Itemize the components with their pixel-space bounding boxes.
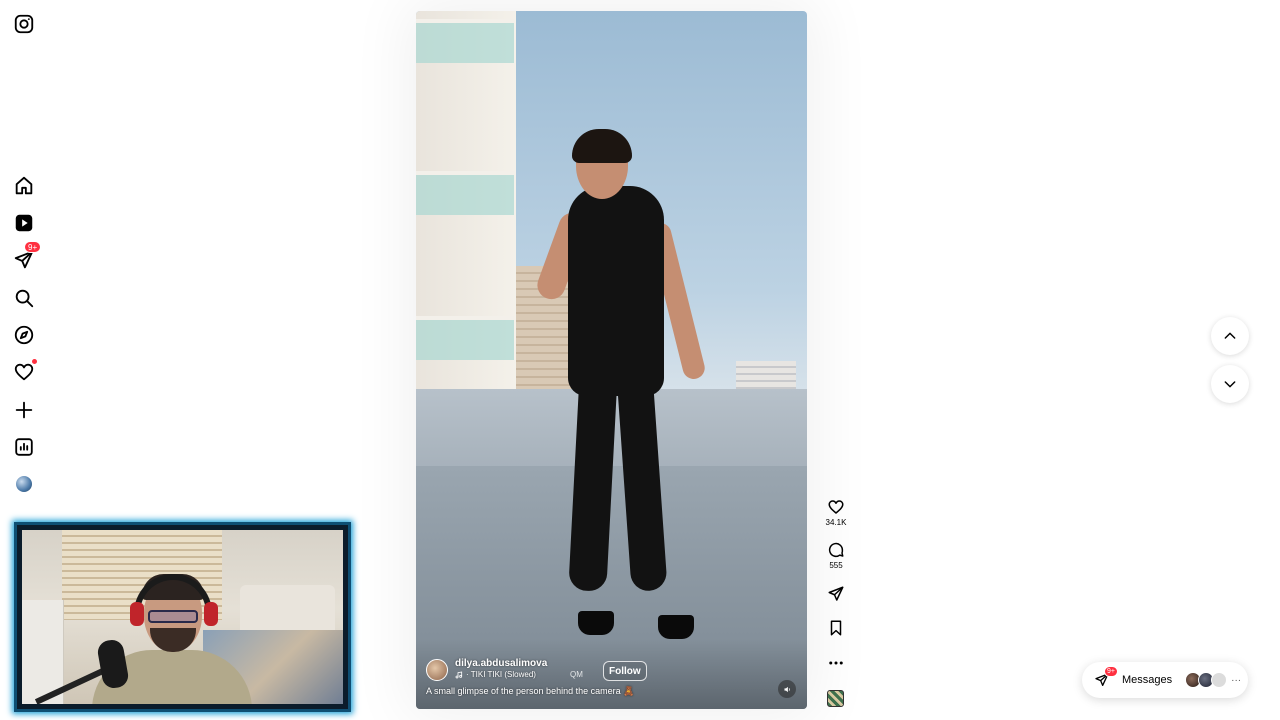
webcam-feed — [22, 530, 343, 704]
comment-button[interactable]: 555 — [822, 541, 850, 570]
avatar — [1211, 672, 1228, 688]
dancer-shoe-left — [578, 611, 614, 635]
chevron-up-icon — [1224, 332, 1236, 339]
avatar — [16, 476, 32, 492]
direct-icon: 9+ — [1094, 666, 1118, 688]
messages-button[interactable]: 9+ Messages ··· — [1082, 662, 1248, 698]
author-avatar[interactable] — [426, 659, 448, 681]
more-icon: ··· — [1231, 674, 1242, 686]
audio-prefix: QM — [570, 670, 583, 679]
audio-track-label: · TIKI TIKI (Slowed) — [466, 670, 536, 679]
reel-caption[interactable]: A small glimpse of the person behind the… — [426, 686, 634, 697]
comment-count: 555 — [829, 561, 843, 570]
notifications-icon[interactable] — [12, 358, 38, 384]
search-icon[interactable] — [12, 286, 36, 310]
balcony — [416, 19, 514, 63]
direct-messages-icon[interactable]: 9+ — [12, 241, 42, 272]
create-icon[interactable] — [12, 398, 36, 422]
recent-contacts — [1185, 672, 1228, 688]
next-reel-button[interactable] — [1211, 365, 1249, 403]
author-name[interactable]: dilya.abdusalimova — [455, 658, 547, 669]
follow-button[interactable]: Follow — [603, 661, 647, 681]
instagram-reels-page: 9+ dilya.abdusalimova · TIKI TIKI (Slowe… — [0, 0, 1280, 720]
more-options-button[interactable] — [822, 654, 850, 672]
explore-icon[interactable] — [12, 323, 36, 347]
headphone-right — [204, 602, 218, 626]
profile-avatar[interactable] — [12, 472, 36, 496]
dashboard-icon[interactable] — [12, 435, 36, 459]
speaker-icon — [784, 686, 790, 692]
dancer-torso — [568, 186, 664, 396]
chevron-down-icon — [1224, 381, 1236, 388]
messages-badge: 9+ — [1104, 666, 1118, 677]
messages-label: Messages — [1122, 674, 1173, 686]
balcony — [416, 316, 514, 360]
dancer-shoe-right — [658, 615, 694, 639]
like-button[interactable]: 34.1K — [822, 498, 850, 527]
more-icon — [829, 661, 843, 665]
share-button[interactable] — [822, 585, 850, 603]
beard — [150, 628, 196, 652]
home-icon[interactable] — [12, 174, 36, 198]
webcam-overlay — [14, 522, 351, 712]
apartment-building — [416, 11, 516, 401]
reel-video[interactable]: dilya.abdusalimova · TIKI TIKI (Slowed) … — [416, 11, 807, 709]
comment-icon — [828, 542, 844, 558]
heart-icon — [828, 500, 844, 514]
audio-thumbnail[interactable] — [827, 690, 844, 707]
mute-button[interactable] — [778, 680, 796, 698]
save-button[interactable] — [822, 619, 850, 637]
notification-badge: 9+ — [24, 241, 42, 253]
like-count: 34.1K — [825, 518, 847, 527]
new-activity-dot — [31, 358, 38, 365]
glasses — [148, 610, 198, 623]
dancer-hair — [572, 129, 632, 163]
music-note-icon — [455, 671, 463, 678]
reels-icon[interactable] — [12, 211, 36, 235]
instagram-logo-icon[interactable] — [12, 12, 36, 36]
audio-track[interactable]: · TIKI TIKI (Slowed) — [455, 670, 536, 679]
previous-reel-button[interactable] — [1211, 317, 1249, 355]
balcony — [416, 171, 514, 215]
send-icon — [828, 586, 844, 601]
headphone-left — [130, 602, 144, 626]
bookmark-icon — [830, 620, 842, 636]
